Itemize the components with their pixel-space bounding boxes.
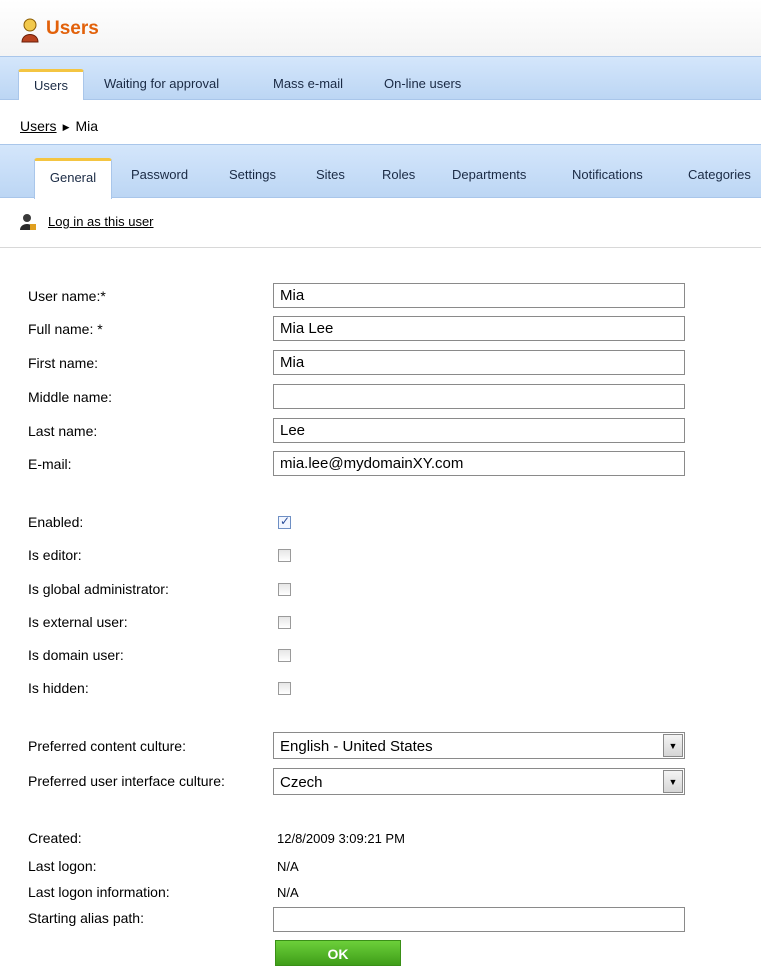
last-logon-info-value: N/A xyxy=(277,885,299,900)
breadcrumb: Users ▶ Mia xyxy=(20,118,98,134)
breadcrumb-users-link[interactable]: Users xyxy=(20,118,57,134)
is-global-admin-label: Is global administrator: xyxy=(28,581,169,597)
ui-culture-value: Czech xyxy=(280,774,323,791)
alias-path-field[interactable] xyxy=(273,907,685,932)
tab-roles[interactable]: Roles xyxy=(382,167,415,182)
last-name-field[interactable]: Lee xyxy=(273,418,685,443)
breadcrumb-current: Mia xyxy=(75,118,99,134)
sub-tab-bar: General Password Settings Sites Roles De… xyxy=(0,144,761,199)
tab-sites[interactable]: Sites xyxy=(316,167,345,182)
middle-name-label: Middle name: xyxy=(28,389,113,405)
tab-waiting-for-approval[interactable]: Waiting for approval xyxy=(104,76,219,91)
page-title: Users xyxy=(46,18,99,39)
is-hidden-label: Is hidden: xyxy=(28,680,89,696)
tab-notifications[interactable]: Notifications xyxy=(572,167,643,182)
alias-path-label: Starting alias path: xyxy=(28,910,144,926)
content-culture-select[interactable]: English - United States ▼ xyxy=(273,732,685,759)
login-as-link[interactable]: Log in as this user xyxy=(48,214,154,229)
last-logon-value: N/A xyxy=(277,859,299,874)
is-editor-checkbox[interactable] xyxy=(278,549,291,562)
email-label: E-mail: xyxy=(28,456,72,472)
tab-departments[interactable]: Departments xyxy=(452,167,526,182)
content-culture-label: Preferred content culture: xyxy=(28,738,186,754)
checkmark-icon: ✓ xyxy=(280,514,291,528)
email-field[interactable]: mia.lee@mydomainXY.com xyxy=(273,451,685,476)
tab-online-users[interactable]: On-line users xyxy=(384,76,461,91)
dropdown-arrow-icon[interactable]: ▼ xyxy=(663,770,683,793)
dropdown-arrow-icon[interactable]: ▼ xyxy=(663,734,683,757)
user-icon xyxy=(21,18,39,43)
top-tab-bar: Users Waiting for approval Mass e-mail O… xyxy=(0,56,761,100)
user-login-icon xyxy=(20,214,36,230)
user-name-label: User name:* xyxy=(28,288,106,304)
first-name-label: First name: xyxy=(28,355,99,371)
is-global-admin-checkbox[interactable] xyxy=(278,583,291,596)
first-name-field[interactable]: Mia xyxy=(273,350,685,375)
middle-name-field[interactable] xyxy=(273,384,685,409)
user-name-field[interactable]: Mia xyxy=(273,283,685,308)
is-editor-label: Is editor: xyxy=(28,547,82,563)
tab-password[interactable]: Password xyxy=(131,167,188,182)
divider xyxy=(0,247,761,248)
is-external-user-checkbox[interactable] xyxy=(278,616,291,629)
content-culture-value: English - United States xyxy=(280,738,433,755)
is-domain-user-label: Is domain user: xyxy=(28,647,124,663)
ui-culture-select[interactable]: Czech ▼ xyxy=(273,768,685,795)
tab-categories[interactable]: Categories xyxy=(688,167,751,182)
tab-settings[interactable]: Settings xyxy=(229,167,276,182)
enabled-label: Enabled: xyxy=(28,514,84,530)
is-hidden-checkbox[interactable] xyxy=(278,682,291,695)
breadcrumb-arrow-icon: ▶ xyxy=(62,122,70,132)
last-logon-info-label: Last logon information: xyxy=(28,884,170,900)
full-name-label: Full name: * xyxy=(28,321,103,337)
full-name-field[interactable]: Mia Lee xyxy=(273,316,685,341)
created-value: 12/8/2009 3:09:21 PM xyxy=(277,831,405,846)
is-domain-user-checkbox[interactable] xyxy=(278,649,291,662)
title-bar: Users xyxy=(0,0,761,56)
created-label: Created: xyxy=(28,830,82,846)
last-name-label: Last name: xyxy=(28,423,98,439)
tab-users[interactable]: Users xyxy=(18,69,84,100)
ok-button[interactable]: OK xyxy=(275,940,401,966)
tab-general[interactable]: General xyxy=(34,158,112,199)
ui-culture-label: Preferred user interface culture: xyxy=(28,773,225,789)
is-external-user-label: Is external user: xyxy=(28,614,128,630)
enabled-checkbox[interactable]: ✓ xyxy=(278,514,291,529)
tab-mass-email[interactable]: Mass e-mail xyxy=(273,76,343,91)
last-logon-label: Last logon: xyxy=(28,858,97,874)
